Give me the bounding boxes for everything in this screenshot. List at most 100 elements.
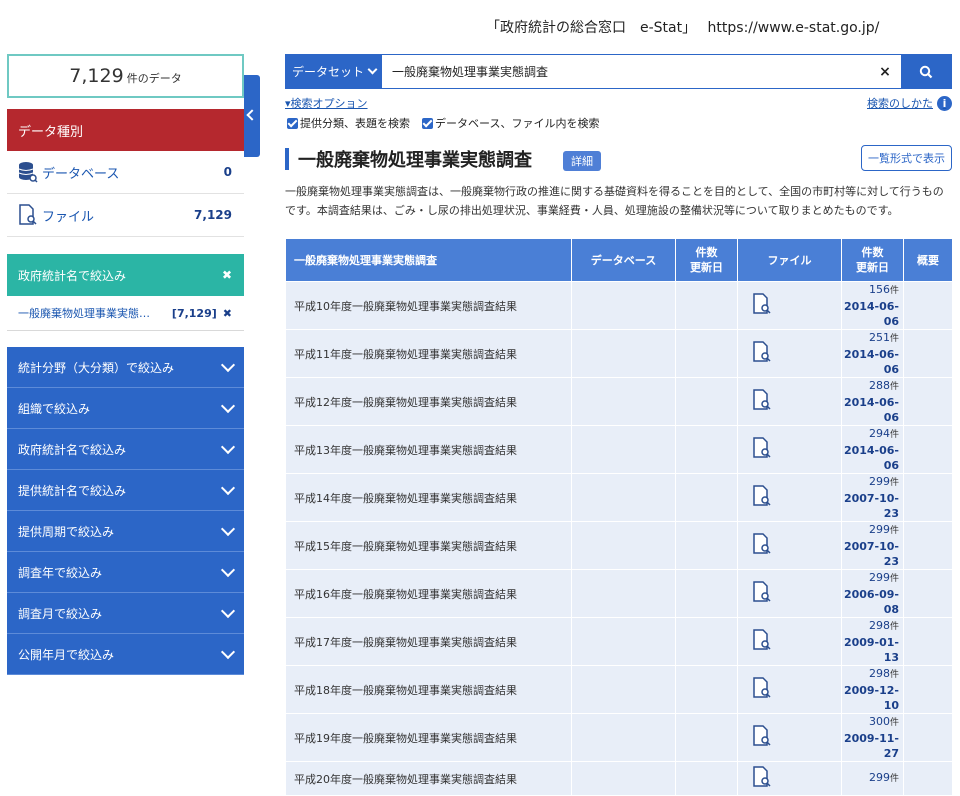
row-db-count [675,425,738,474]
row-file[interactable] [737,329,842,378]
file-search-icon[interactable] [752,389,772,414]
row-file[interactable] [737,377,842,426]
facet-cycle[interactable]: 提供周期で絞込み [7,511,244,552]
title-accent-bar [285,148,289,170]
row-count-value: 299 [868,771,890,784]
data-type-file-label: ファイル [42,209,95,225]
row-count-unit: 件 [889,382,899,392]
row-database [571,665,676,714]
row-file[interactable] [737,713,842,762]
row-file[interactable] [737,761,842,796]
list-view-button[interactable]: 一覧形式で表示 [861,145,952,171]
result-table: 一般廃棄物処理事業実態調査 データベース 件数 更新日 ファイル 件数 更新日 概要… [285,238,953,796]
header-db-count: 件数 更新日 [675,238,738,282]
active-filter-item[interactable]: 一般廃棄物処理事業実態… [7,129] ✖ [7,296,244,331]
header-summary: 概要 [903,238,953,282]
row-count-unit: 件 [889,478,899,488]
checkbox-fulltext-search[interactable]: データベース、ファイル内を検索 [422,115,599,131]
remove-filter-icon[interactable]: ✖ [223,307,232,320]
row-file[interactable] [737,281,842,330]
facet-field[interactable]: 統計分野（大分類）で絞込み [7,347,244,388]
row-file-count: 288件 2014-06-06 [841,377,904,426]
facet-statistics-name[interactable]: 政府統計名で絞込み [7,429,244,470]
file-search-icon[interactable] [752,766,772,791]
row-summary [903,473,953,522]
row-name: 平成13年度一般廃棄物処理事業実態調査結果 [285,425,572,474]
row-count: 294件 [842,426,899,443]
row-db-count [675,713,738,762]
row-summary [903,569,953,618]
active-filter-title: 政府統計名で絞込み [18,268,127,283]
clear-filter-icon[interactable]: ✖ [222,268,232,282]
row-count-unit: 件 [889,430,899,440]
row-file-count: 294件 2014-06-06 [841,425,904,474]
row-count: 299件 [842,770,899,787]
detail-button[interactable]: 詳細 [563,151,601,171]
file-search-icon[interactable] [752,485,772,510]
row-database [571,377,676,426]
data-type-database[interactable]: データベース 0 [7,151,244,194]
row-db-count [675,617,738,666]
row-file[interactable] [737,473,842,522]
row-count-unit: 件 [889,670,899,680]
row-count: 299件 [842,570,899,587]
facet-label: 提供周期で絞込み [18,524,115,539]
file-search-icon[interactable] [752,437,772,462]
header-date-label: 更新日 [690,261,723,274]
file-search-icon [19,204,37,225]
row-count-unit: 件 [889,334,899,344]
checkbox-title-search[interactable]: 提供分類、表題を検索 [287,115,410,131]
row-summary [903,617,953,666]
sidebar-collapse-button[interactable] [244,75,260,157]
result-count-box: 7,129 件のデータ [7,54,244,98]
search-input[interactable] [382,55,869,88]
result-count-unit: 件のデータ [126,72,182,85]
row-date: 2009-11-27 [843,732,899,760]
search-button[interactable] [901,55,951,88]
row-database [571,473,676,522]
file-search-icon[interactable] [752,677,772,702]
header-name: 一般廃棄物処理事業実態調査 [285,238,572,282]
row-file[interactable] [737,665,842,714]
row-file[interactable] [737,569,842,618]
file-search-icon[interactable] [752,293,772,318]
file-search-icon[interactable] [752,533,772,558]
search-options-link[interactable]: ▾検索オプション [285,95,368,111]
sidebar: 7,129 件のデータ データ種別 データベース 0 ファイル 7,129 政府… [7,54,244,675]
file-search-icon[interactable] [752,581,772,606]
row-count-unit: 件 [889,526,899,536]
row-database [571,617,676,666]
result-title-row: 一般廃棄物処理事業実態調査 詳細 一覧形式で表示 [285,144,952,176]
chevron-down-icon [220,398,236,414]
file-search-icon[interactable] [752,725,772,750]
row-file[interactable] [737,425,842,474]
facet-provided-statistics[interactable]: 提供統計名で絞込み [7,470,244,511]
row-name: 平成12年度一般廃棄物処理事業実態調査結果 [285,377,572,426]
clear-search-icon[interactable]: × [869,55,901,88]
row-file[interactable] [737,521,842,570]
search-help-link[interactable]: 検索のしかた i [867,95,952,111]
facet-survey-month[interactable]: 調査月で絞込み [7,593,244,634]
row-name: 平成15年度一般廃棄物処理事業実態調査結果 [285,521,572,570]
facet-release-month[interactable]: 公開年月で絞込み [7,634,244,675]
search-help-label: 検索のしかた [867,97,933,110]
row-db-count [675,569,738,618]
row-file[interactable] [737,617,842,666]
search-options: ▾検索オプション 検索のしかた i 提供分類、表題を検索 データベース、ファイル… [285,89,952,134]
table-row: 平成10年度一般廃棄物処理事業実態調査結果 156件 2014-06-06 [285,281,953,330]
facet-label: 組織で絞込み [18,401,91,416]
search-type-select[interactable]: データセット [286,55,382,88]
facet-survey-year[interactable]: 調査年で絞込み [7,552,244,593]
file-search-icon[interactable] [752,629,772,654]
facet-label: 公開年月で絞込み [18,647,115,662]
facet-organization[interactable]: 組織で絞込み [7,388,244,429]
info-icon: i [937,95,952,111]
row-name: 平成10年度一般廃棄物処理事業実態調査結果 [285,281,572,330]
data-type-header: データ種別 [7,109,244,151]
row-file-count: 299件 2006-09-08 [841,569,904,618]
file-search-icon[interactable] [752,341,772,366]
row-summary [903,761,953,796]
checkbox-checked-icon [287,117,298,129]
data-type-file[interactable]: ファイル 7,129 [7,194,244,237]
database-icon [18,162,38,183]
